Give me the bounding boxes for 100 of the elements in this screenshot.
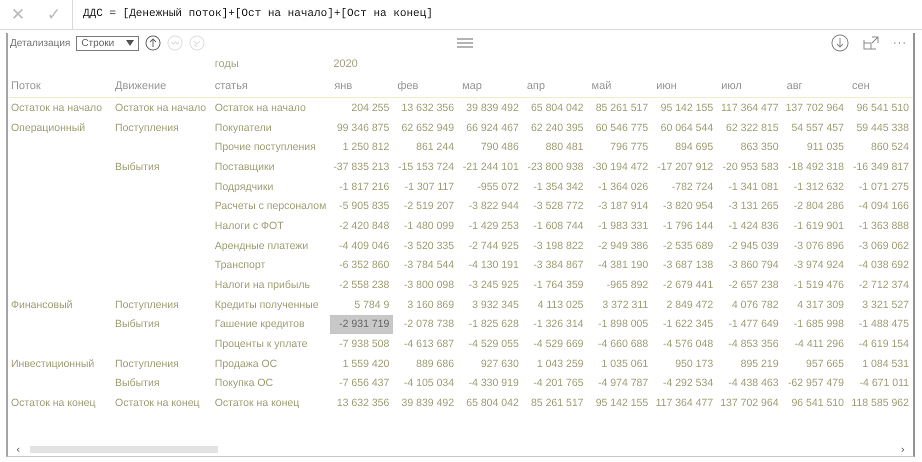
table-cell[interactable]: 957 665 xyxy=(782,354,848,374)
table-cell[interactable]: -2 535 689 xyxy=(652,236,718,256)
table-cell[interactable]: -3 384 867 xyxy=(522,256,588,276)
table-cell[interactable]: -4 201 765 xyxy=(522,374,588,394)
table-cell[interactable]: 1 043 259 xyxy=(522,354,588,374)
table-cell[interactable]: -4 130 191 xyxy=(458,256,523,276)
drill-select[interactable]: Строки xyxy=(76,36,140,50)
table-cell[interactable]: -3 187 914 xyxy=(588,196,652,216)
table-cell[interactable]: 95 142 155 xyxy=(652,98,718,118)
table-cell[interactable]: -3 822 944 xyxy=(458,196,523,216)
table-cell[interactable]: -21 244 101 xyxy=(458,157,523,177)
row-header-title[interactable]: Поток xyxy=(8,75,112,98)
table-cell[interactable]: -1 429 253 xyxy=(458,216,523,236)
table-cell[interactable]: 117 364 477 xyxy=(652,393,718,413)
table-cell[interactable]: 2 849 472 xyxy=(652,294,718,315)
table-cell[interactable]: -1 519 476 xyxy=(782,275,848,295)
table-cell[interactable]: -1 764 359 xyxy=(522,275,588,295)
table-cell[interactable]: -4 671 011 xyxy=(848,374,913,394)
scrollbar-thumb[interactable] xyxy=(30,446,218,452)
table-cell[interactable]: 895 219 xyxy=(717,354,783,374)
table-cell[interactable]: -3 974 924 xyxy=(782,256,848,276)
table-cell[interactable]: 95 142 155 xyxy=(588,393,652,413)
table-cell[interactable]: -4 038 692 xyxy=(848,256,913,276)
table-cell[interactable]: -1 477 649 xyxy=(717,314,783,334)
table-cell[interactable]: -1 364 026 xyxy=(588,176,652,196)
table-cell[interactable]: -1 363 888 xyxy=(848,216,913,236)
table-cell[interactable]: -4 094 166 xyxy=(848,196,913,216)
table-cell[interactable]: 62 322 815 xyxy=(717,118,783,138)
table-cell[interactable]: -3 860 794 xyxy=(717,256,783,276)
table-cell[interactable]: -3 800 098 xyxy=(393,275,458,295)
scroll-left-button[interactable]: ‹ xyxy=(16,442,20,456)
table-cell[interactable]: 137 702 964 xyxy=(717,393,783,413)
table-cell[interactable]: -2 679 441 xyxy=(652,275,718,295)
table-cell[interactable]: 62 652 949 xyxy=(393,118,458,138)
table-cell[interactable]: -37 835 213 xyxy=(330,157,394,177)
table-cell[interactable]: -782 724 xyxy=(652,176,718,196)
table-cell[interactable]: -3 687 138 xyxy=(652,256,718,276)
table-cell[interactable]: 889 686 xyxy=(393,354,458,374)
more-options-button[interactable]: ··· xyxy=(893,37,907,49)
table-cell[interactable]: -15 153 724 xyxy=(393,157,458,177)
table-cell[interactable]: -2 078 738 xyxy=(393,314,458,334)
formula-text[interactable]: ДДС = [Денежный поток]+[Ост на начало]+[Ост на конец] xyxy=(73,0,443,29)
table-cell[interactable]: -4 411 296 xyxy=(782,334,848,354)
table-cell[interactable]: -4 619 154 xyxy=(848,334,913,354)
table-cell[interactable]: 117 364 477 xyxy=(717,98,783,118)
column-header[interactable]: фев xyxy=(393,75,458,98)
table-cell[interactable]: 927 630 xyxy=(458,354,523,374)
table-cell[interactable]: -1 825 628 xyxy=(458,314,523,334)
table-cell[interactable]: 1 559 420 xyxy=(330,354,394,374)
scroll-right-button[interactable]: › xyxy=(900,442,905,456)
table-cell[interactable]: 4 317 309 xyxy=(782,294,848,315)
table-cell[interactable]: -17 207 912 xyxy=(652,157,718,177)
table-cell[interactable]: -3 520 335 xyxy=(393,236,458,256)
table-cell[interactable]: -965 892 xyxy=(588,275,652,295)
table-cell[interactable]: 880 481 xyxy=(522,137,588,158)
table-cell[interactable]: 96 541 510 xyxy=(782,393,848,413)
table-cell[interactable]: -3 245 925 xyxy=(458,275,523,295)
table-cell[interactable]: -4 438 463 xyxy=(717,374,783,394)
table-cell[interactable]: 66 924 467 xyxy=(458,118,523,138)
table-cell[interactable]: -62 957 479 xyxy=(782,374,848,394)
table-cell[interactable]: -2 519 207 xyxy=(393,196,458,216)
table-cell[interactable]: -4 529 055 xyxy=(458,334,523,354)
table-cell[interactable]: -3 784 544 xyxy=(393,256,458,276)
column-header[interactable]: мар xyxy=(458,75,523,98)
table-cell[interactable]: 85 261 517 xyxy=(522,393,588,413)
table-cell[interactable]: 204 255 xyxy=(330,98,394,118)
table-cell[interactable]: -1 354 342 xyxy=(522,176,588,196)
table-cell[interactable]: -1 796 144 xyxy=(652,216,718,236)
table-cell[interactable]: -1 488 475 xyxy=(848,314,913,334)
table-cell[interactable]: 3 321 527 xyxy=(848,294,913,315)
table-cell[interactable]: 1 250 812 xyxy=(330,137,394,158)
row-header-title[interactable]: Движение xyxy=(112,75,212,98)
table-cell[interactable]: 860 524 xyxy=(848,137,913,158)
table-cell[interactable]: -4 330 919 xyxy=(458,374,523,394)
table-cell[interactable]: -23 800 938 xyxy=(522,157,588,177)
table-cell[interactable]: -3 131 265 xyxy=(717,196,783,216)
table-cell[interactable]: -3 820 954 xyxy=(652,196,718,216)
table-cell[interactable]: -4 613 687 xyxy=(393,334,458,354)
table-cell[interactable]: -1 983 331 xyxy=(588,216,652,236)
column-header[interactable]: янв xyxy=(330,75,394,98)
column-header[interactable]: июл xyxy=(717,75,783,98)
table-cell[interactable]: -2 744 925 xyxy=(458,236,523,256)
table-cell[interactable]: 65 804 042 xyxy=(458,393,523,413)
table-cell[interactable]: -1 898 005 xyxy=(588,314,652,334)
table-cell[interactable]: -3 069 062 xyxy=(848,236,913,256)
table-cell[interactable]: 3 372 311 xyxy=(588,294,652,315)
table-cell[interactable]: -4 529 669 xyxy=(522,334,588,354)
table-cell[interactable]: -1 307 117 xyxy=(393,176,458,196)
table-cell[interactable]: 861 244 xyxy=(393,137,458,158)
table-cell[interactable]: -1 622 345 xyxy=(652,314,718,334)
table-cell[interactable]: -4 974 787 xyxy=(588,374,652,394)
table-cell[interactable]: -1 480 099 xyxy=(393,216,458,236)
table-cell[interactable]: -7 938 508 xyxy=(330,334,394,354)
download-icon[interactable] xyxy=(831,34,849,52)
table-cell[interactable]: -18 492 318 xyxy=(782,157,848,177)
focus-mode-icon[interactable] xyxy=(863,36,879,50)
table-cell[interactable]: -2 804 286 xyxy=(782,196,848,216)
drill-up-icon[interactable] xyxy=(145,35,162,51)
column-header[interactable]: июн xyxy=(652,75,718,98)
drag-handle-icon[interactable] xyxy=(457,38,474,48)
